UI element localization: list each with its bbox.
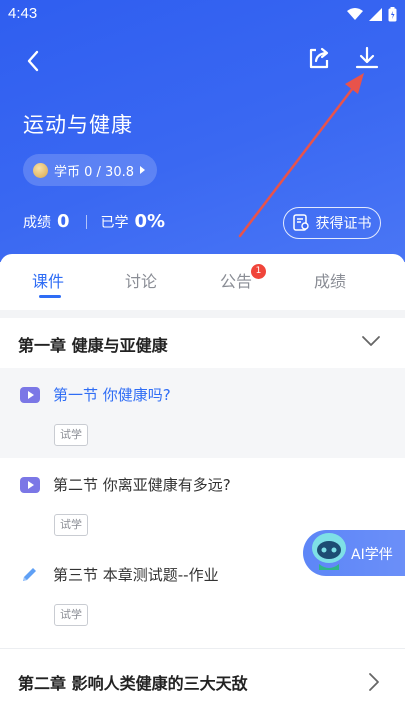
annotation-arrow [238,73,364,238]
lesson-title: 第一节 你健康吗? [53,386,171,404]
tab-announcements[interactable]: 公告 [220,268,252,292]
chapter-list: 第一章 健康与亚健康 第一节 你健康吗? 试学 第二节 你离亚健康有多远? 试学… [0,318,405,720]
chapter-header-2[interactable]: 第二章 影响人类健康的三大天敌 [0,656,405,706]
chapter-title: 第二章 影响人类健康的三大天敌 [18,674,248,693]
trial-tag: 试学 [54,424,88,446]
chapter-header-1[interactable]: 第一章 健康与亚健康 [0,318,405,368]
tab-courseware[interactable]: 课件 [32,268,64,292]
notification-badge: 1 [251,264,266,279]
video-icon [20,387,40,403]
active-tab-indicator [39,295,61,298]
robot-icon [312,533,346,570]
ai-assistant-button[interactable]: AI学伴 [303,530,405,576]
chapter-title: 第一章 健康与亚健康 [18,336,168,355]
lesson-title: 第二节 你离亚健康有多远? [53,476,231,494]
lesson-item[interactable]: 第一节 你健康吗? 试学 [0,368,405,458]
tab-bar: 课件 讨论 公告 1 成绩 [0,254,405,310]
chapter-divider [0,648,405,649]
tab-discussion[interactable]: 讨论 [125,268,157,292]
trial-tag: 试学 [54,604,88,626]
lesson-title: 第三节 本章测试题--作业 [53,566,219,584]
chevron-right-icon[interactable] [367,672,381,692]
tab-grades[interactable]: 成绩 [314,268,346,292]
chevron-down-icon[interactable] [361,334,381,348]
video-icon [20,477,40,493]
trial-tag: 试学 [54,514,88,536]
ai-assistant-label: AI学伴 [351,547,393,563]
course-header: 4:43 运动与健康 学币 0 / 30.8 成绩 0 已学 0% 获得证书 [0,0,405,262]
pencil-icon [23,568,36,581]
